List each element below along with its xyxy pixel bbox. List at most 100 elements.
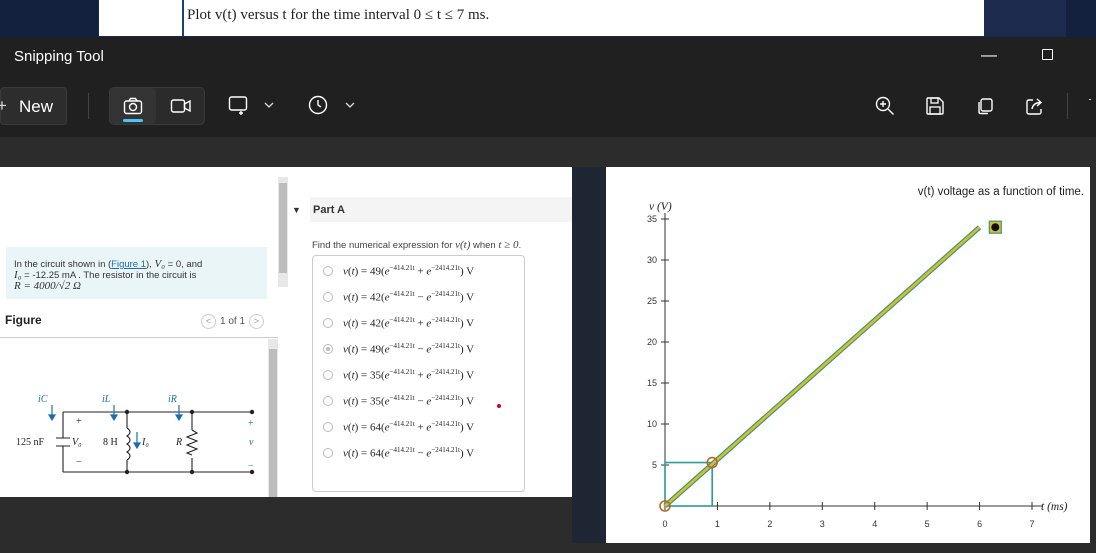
answer-radio[interactable] xyxy=(323,318,333,328)
part-a-instruction: Find the numerical expression for v(t) w… xyxy=(312,239,521,251)
answer-radio[interactable] xyxy=(323,396,333,406)
more-button[interactable] xyxy=(1082,93,1096,119)
copy-button[interactable] xyxy=(972,93,998,119)
answer-radio[interactable] xyxy=(323,344,333,354)
answer-radio[interactable] xyxy=(323,422,333,432)
x-tick-label: 0 xyxy=(662,519,667,529)
answer-options: v(t) = 49(e−414.21t + e−2414.21t) V v(t) … xyxy=(312,255,525,492)
new-button-label: New xyxy=(19,97,54,116)
answer-option[interactable]: v(t) = 49(e−414.21t + e−2414.21t) V xyxy=(313,258,524,284)
il-label: iL xyxy=(102,394,111,405)
part-a-header[interactable]: ▼ Part A xyxy=(290,197,572,219)
capture-canvas: In the circuit shown in (Figure 1), V₀ =… xyxy=(0,137,1096,553)
problem-intro: In the circuit shown in ( xyxy=(14,259,112,270)
snip-mode-group xyxy=(109,87,205,125)
maximize-icon xyxy=(1041,49,1053,60)
next-figure-button[interactable]: > xyxy=(249,314,265,329)
x-axis-label: t (ms) xyxy=(1041,501,1068,513)
snip-shape-dropdown[interactable] xyxy=(228,92,274,118)
y-tick-label: 35 xyxy=(647,214,657,224)
background-right-panel xyxy=(1066,0,1096,37)
x-tick-label: 3 xyxy=(820,519,825,529)
instruction-text-end: . xyxy=(518,240,522,251)
maximize-button[interactable] xyxy=(1025,43,1069,69)
background-question-text: Plot v(t) versus t for the time interval… xyxy=(187,7,490,23)
answer-expression: v(t) = 42(e−414.21t − e−2414.21t) V xyxy=(343,290,475,304)
v0-plus-sign: + xyxy=(76,416,82,427)
answer-radio[interactable] xyxy=(323,448,333,458)
rectangle-snip-icon xyxy=(228,96,248,115)
v-label: v xyxy=(249,437,254,448)
figure-link[interactable]: Figure 1 xyxy=(111,259,146,270)
answer-expression: v(t) = 64(e−414.21t − e−2414.21t) V xyxy=(343,446,475,460)
toolbar: + New xyxy=(0,75,1096,137)
answer-radio[interactable] xyxy=(323,370,333,380)
figure-scrollbar-thumb[interactable] xyxy=(269,349,277,497)
plot-pane: 0 1 2 3 4 5 6 7 5 10 15 20 25 30 35 v (V) t (ms) v(t) vol… xyxy=(606,167,1090,543)
instruction-text-mid: when xyxy=(470,240,499,251)
inductor-label: 8 H xyxy=(103,437,118,448)
ic-label: iC xyxy=(38,394,48,405)
y-tick-label: 20 xyxy=(647,337,657,347)
problem-statement: In the circuit shown in (Figure 1), V₀ =… xyxy=(6,247,267,299)
v-minus-sign: − xyxy=(248,461,254,472)
figure-pager: < 1 of 1 > xyxy=(201,314,265,329)
chevron-down-icon xyxy=(264,102,274,108)
series-line xyxy=(664,226,981,507)
part-a-title: Part A xyxy=(313,204,345,216)
answer-expression: v(t) = 49(e−414.21t + e−2414.21t) V xyxy=(343,264,475,278)
x-tick-label: 2 xyxy=(767,519,772,529)
instruction-text: Find the numerical expression for xyxy=(312,240,456,251)
answer-expression: v(t) = 35(e−414.21t + e−2414.21t) V xyxy=(343,368,475,382)
y-tick-label: 5 xyxy=(652,460,657,470)
zoom-in-icon xyxy=(875,96,894,115)
share-icon xyxy=(1026,98,1043,115)
background-accent-line xyxy=(182,0,184,36)
answer-option[interactable]: v(t) = 35(e−414.21t − e−2414.21t) V xyxy=(313,388,524,414)
video-mode-button[interactable] xyxy=(158,88,204,124)
title-bar: Snipping Tool — xyxy=(0,37,1096,75)
background-page: Plot v(t) versus t for the time interval… xyxy=(0,0,1096,37)
save-button[interactable] xyxy=(922,93,948,119)
camera-icon xyxy=(123,97,143,115)
answer-option[interactable]: v(t) = 49(e−414.21t − e−2414.21t) V xyxy=(313,336,524,362)
voltage-chart: 0 1 2 3 4 5 6 7 5 10 15 20 25 30 35v (V) t (ms) v(t) vol… xyxy=(647,186,1084,529)
answer-expression: v(t) = 35(e−414.21t − e−2414.21t) V xyxy=(343,394,475,408)
answer-radio[interactable] xyxy=(323,266,333,276)
delay-dropdown[interactable] xyxy=(307,92,355,118)
video-camera-icon xyxy=(170,99,191,113)
toolbar-divider xyxy=(1067,93,1068,119)
circuit-diagram: 125 nF V₀ 8 H I₀ R + − iC iL iR v + − xyxy=(16,394,255,475)
answer-option[interactable]: v(t) = 42(e−414.21t + e−2414.21t) V xyxy=(313,310,524,336)
chart-title: v(t) voltage as a function of time. xyxy=(918,186,1084,198)
ir-label: iR xyxy=(168,394,177,405)
textbook-left-pane: In the circuit shown in (Figure 1), V₀ =… xyxy=(0,167,572,497)
share-button[interactable] xyxy=(1022,93,1048,119)
error-marker xyxy=(497,404,501,408)
prev-figure-button[interactable]: < xyxy=(201,314,216,329)
v0-value: = 0, and xyxy=(165,259,203,270)
instruction-math-2: t ≥ 0 xyxy=(498,239,519,251)
figure-separator xyxy=(0,337,278,338)
answer-option[interactable]: v(t) = 42(e−414.21t − e−2414.21t) V xyxy=(313,284,524,310)
answer-option[interactable]: v(t) = 64(e−414.21t − e−2414.21t) V xyxy=(313,440,524,466)
y-tick-label: 25 xyxy=(647,296,657,306)
answer-radio[interactable] xyxy=(323,292,333,302)
collapse-triangle-icon: ▼ xyxy=(292,205,301,215)
pane-gap xyxy=(572,167,606,543)
x-tick-label: 5 xyxy=(925,519,930,529)
answer-option[interactable]: v(t) = 35(e−414.21t + e−2414.21t) V xyxy=(313,362,524,388)
problem-scrollbar-thumb[interactable] xyxy=(279,183,287,273)
problem-scrollbar[interactable] xyxy=(278,177,288,287)
answer-option[interactable]: v(t) = 64(e−414.21t + e−2414.21t) V xyxy=(313,414,524,440)
screenshot-mode-button[interactable] xyxy=(110,88,156,124)
captured-image: In the circuit shown in (Figure 1), V₀ =… xyxy=(0,167,1096,543)
x-tick-label: 6 xyxy=(977,519,982,529)
new-snip-button[interactable]: + New xyxy=(0,87,67,125)
figure-label: Figure xyxy=(5,313,42,327)
y-tick-label: 15 xyxy=(647,378,657,388)
toolbar-divider xyxy=(88,93,89,119)
minimize-button[interactable]: — xyxy=(967,43,1011,69)
clock-icon xyxy=(308,95,328,115)
zoom-in-button[interactable] xyxy=(872,93,898,119)
